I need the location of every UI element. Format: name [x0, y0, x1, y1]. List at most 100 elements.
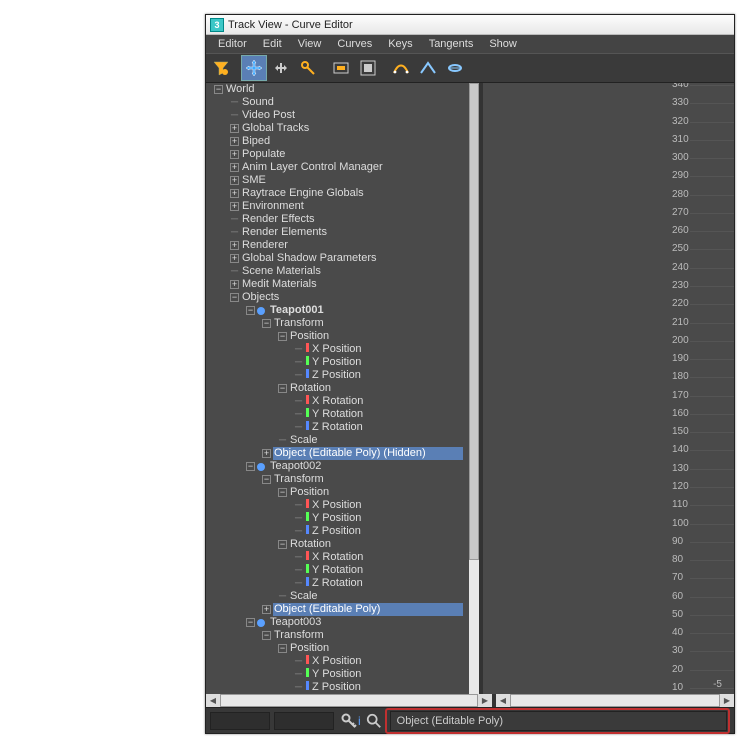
- tree-row[interactable]: −Rotation: [206, 382, 469, 395]
- tree-row[interactable]: −Teapot001: [206, 304, 469, 317]
- tree-row[interactable]: +Biped: [206, 135, 469, 148]
- expander-icon[interactable]: +: [230, 176, 239, 185]
- expander-icon[interactable]: +: [230, 137, 239, 146]
- tree-row[interactable]: ─X Rotation: [206, 551, 469, 564]
- hscroll-left-arrow[interactable]: ◀: [206, 694, 220, 707]
- menu-curves[interactable]: Curves: [329, 36, 380, 52]
- tree-row[interactable]: +Object (Editable Poly) (Hidden): [206, 447, 469, 460]
- graph-pane[interactable]: 3403303203103002902802702602502402302202…: [483, 83, 734, 694]
- tree-row[interactable]: ─Render Effects: [206, 213, 469, 226]
- expander-icon[interactable]: −: [246, 306, 255, 315]
- menu-tangents[interactable]: Tangents: [421, 36, 482, 52]
- menu-view[interactable]: View: [290, 36, 330, 52]
- status-field-1[interactable]: [210, 712, 270, 730]
- tree-row[interactable]: ─Z Position: [206, 369, 469, 382]
- expander-icon[interactable]: +: [230, 280, 239, 289]
- expander-icon[interactable]: −: [214, 85, 223, 94]
- expander-icon[interactable]: +: [230, 124, 239, 133]
- graph-hscroll-right-arrow[interactable]: ▶: [720, 694, 734, 707]
- tree-row[interactable]: ─Scale: [206, 590, 469, 603]
- frame-all-button[interactable]: [355, 55, 381, 81]
- tree-row[interactable]: −World: [206, 83, 469, 96]
- tree-row[interactable]: ─Z Rotation: [206, 577, 469, 590]
- expander-icon[interactable]: +: [262, 605, 271, 614]
- expander-icon[interactable]: +: [230, 163, 239, 172]
- status-field-2[interactable]: [274, 712, 334, 730]
- hierarchy-tree[interactable]: −World ─Sound ─Video Post +Global Tracks…: [206, 83, 469, 694]
- tree-row[interactable]: ─Y Rotation: [206, 564, 469, 577]
- tree-row[interactable]: ─X Rotation: [206, 395, 469, 408]
- tree-row[interactable]: ─X Position: [206, 499, 469, 512]
- tree-row[interactable]: −Position: [206, 642, 469, 655]
- tree-row[interactable]: ─Z Rotation: [206, 421, 469, 434]
- tree-row[interactable]: ─X Position: [206, 343, 469, 356]
- scrollbar-thumb[interactable]: [469, 83, 479, 560]
- tree-row[interactable]: ─Scale: [206, 434, 469, 447]
- expander-icon[interactable]: −: [278, 488, 287, 497]
- expander-icon[interactable]: +: [230, 254, 239, 263]
- titlebar[interactable]: 3 Track View - Curve Editor: [206, 15, 734, 35]
- tree-row[interactable]: ─Render Elements: [206, 226, 469, 239]
- graph-hscroll-left-arrow[interactable]: ◀: [496, 694, 510, 707]
- tree-row[interactable]: −Transform: [206, 317, 469, 330]
- tree-row[interactable]: −Rotation: [206, 538, 469, 551]
- move-keys-button[interactable]: [241, 55, 267, 81]
- expander-icon[interactable]: +: [230, 241, 239, 250]
- key-icon[interactable]: [338, 710, 360, 732]
- hscroll-right-arrow[interactable]: ▶: [478, 694, 492, 707]
- tree-row[interactable]: −Transform: [206, 473, 469, 486]
- expander-icon[interactable]: −: [278, 332, 287, 341]
- tree-row[interactable]: +Global Tracks: [206, 122, 469, 135]
- tree-row[interactable]: +Environment: [206, 200, 469, 213]
- tree-row[interactable]: ─Sound: [206, 96, 469, 109]
- tree-row[interactable]: −Teapot002: [206, 460, 469, 473]
- tree-row[interactable]: −Teapot003: [206, 616, 469, 629]
- expander-icon[interactable]: −: [262, 475, 271, 484]
- tangent-break-button[interactable]: [415, 55, 441, 81]
- tree-row[interactable]: +Object (Editable Poly): [206, 603, 469, 616]
- expander-icon[interactable]: +: [230, 202, 239, 211]
- expander-icon[interactable]: +: [230, 150, 239, 159]
- tree-row[interactable]: ─Video Post: [206, 109, 469, 122]
- tree-row[interactable]: ─Scene Materials: [206, 265, 469, 278]
- tree-hscroll[interactable]: [220, 694, 478, 707]
- expander-icon[interactable]: −: [278, 384, 287, 393]
- menu-show[interactable]: Show: [481, 36, 525, 52]
- tangent-unify-button[interactable]: [442, 55, 468, 81]
- tree-row[interactable]: +Medit Materials: [206, 278, 469, 291]
- tree-row[interactable]: +Populate: [206, 148, 469, 161]
- tree-row[interactable]: −Transform: [206, 629, 469, 642]
- tangent-auto-button[interactable]: [388, 55, 414, 81]
- slide-keys-button[interactable]: [268, 55, 294, 81]
- tree-row[interactable]: ─Z Position: [206, 525, 469, 538]
- tree-row[interactable]: +SME: [206, 174, 469, 187]
- tree-row[interactable]: +Anim Layer Control Manager: [206, 161, 469, 174]
- menu-editor[interactable]: Editor: [210, 36, 255, 52]
- tree-row[interactable]: +Renderer: [206, 239, 469, 252]
- tree-row[interactable]: ─Y Position: [206, 668, 469, 681]
- expander-icon[interactable]: +: [230, 189, 239, 198]
- expander-icon[interactable]: −: [246, 462, 255, 471]
- tree-row[interactable]: −Objects: [206, 291, 469, 304]
- tree-scrollbar[interactable]: [469, 83, 479, 694]
- tree-row[interactable]: −Position: [206, 330, 469, 343]
- graph-hscroll[interactable]: [510, 694, 720, 707]
- expander-icon[interactable]: −: [246, 618, 255, 627]
- expander-icon[interactable]: −: [230, 293, 239, 302]
- frame-h-button[interactable]: [328, 55, 354, 81]
- expander-icon[interactable]: −: [278, 644, 287, 653]
- expander-icon[interactable]: −: [262, 319, 271, 328]
- menu-keys[interactable]: Keys: [380, 36, 420, 52]
- selection-name-field[interactable]: Object (Editable Poly): [390, 711, 727, 731]
- tree-row[interactable]: +Global Shadow Parameters: [206, 252, 469, 265]
- expander-icon[interactable]: +: [262, 449, 271, 458]
- tree-row[interactable]: −Position: [206, 486, 469, 499]
- tree-row[interactable]: ─Y Position: [206, 512, 469, 525]
- key-add-button[interactable]: [295, 55, 321, 81]
- search-icon[interactable]: [363, 710, 385, 732]
- menu-edit[interactable]: Edit: [255, 36, 290, 52]
- filter-button[interactable]: [208, 55, 234, 81]
- expander-icon[interactable]: −: [278, 540, 287, 549]
- tree-row[interactable]: ─Y Position: [206, 356, 469, 369]
- expander-icon[interactable]: −: [262, 631, 271, 640]
